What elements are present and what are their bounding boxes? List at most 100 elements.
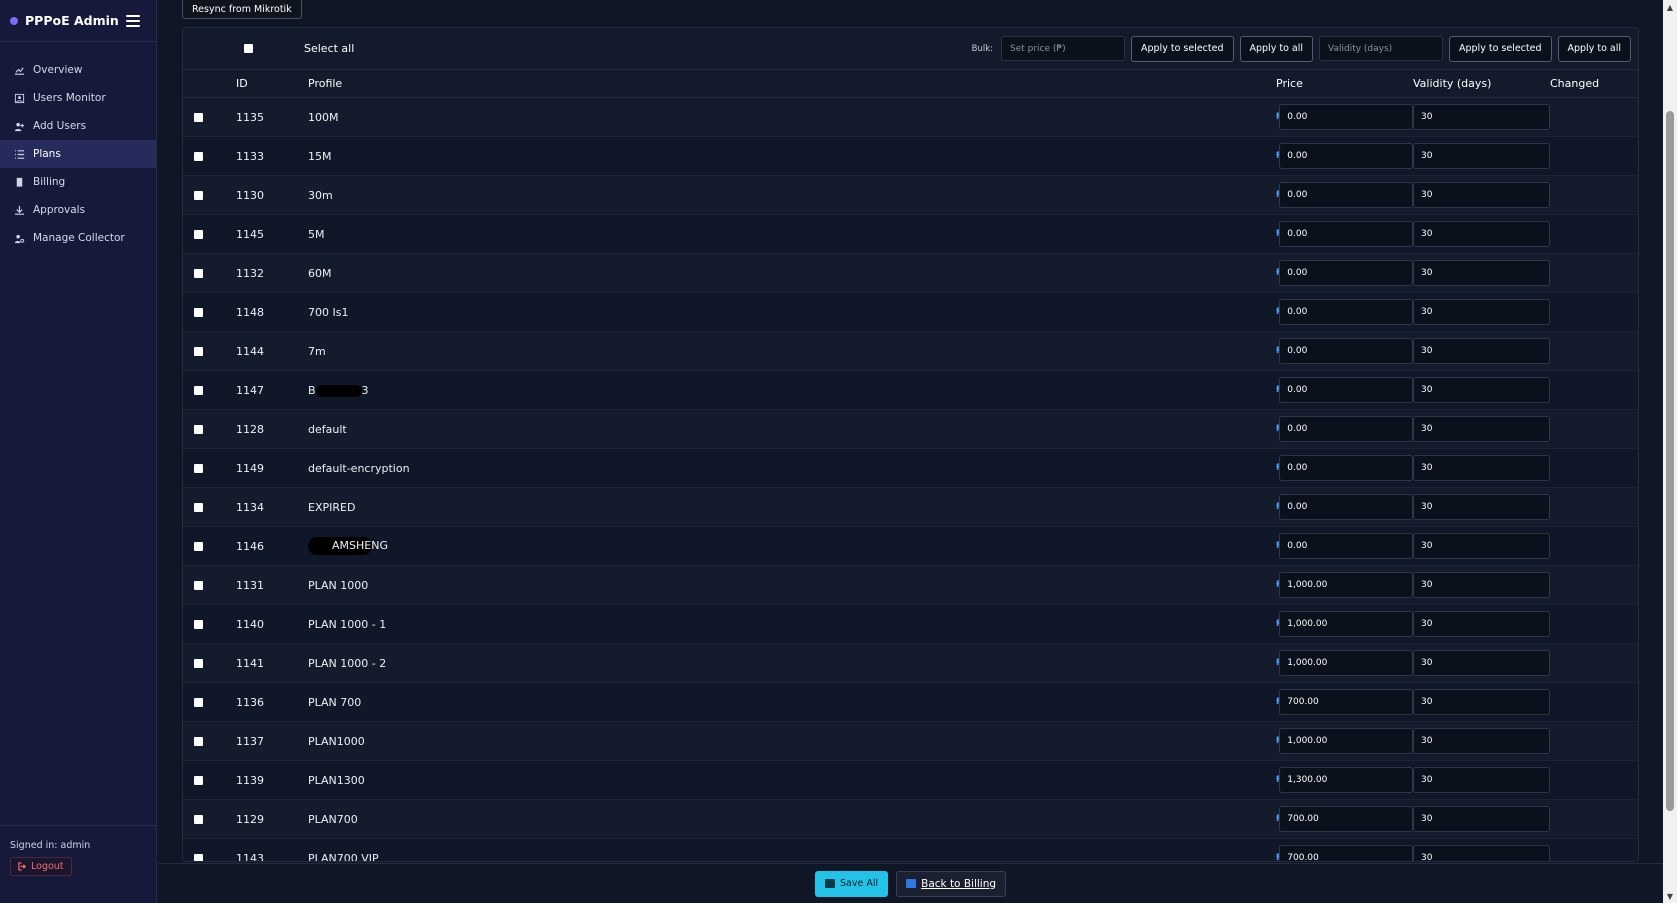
apply-validity-selected-button[interactable]: Apply to selected [1449, 35, 1552, 62]
redaction-mark [315, 384, 362, 397]
table-row: 1130 30m ₱0.0030 [183, 176, 1638, 215]
row-price-cell: ₱1,000.00 [1276, 611, 1413, 637]
validity-input[interactable]: 30 [1413, 650, 1550, 676]
price-input[interactable]: 700.00 [1279, 806, 1413, 832]
price-input[interactable]: 1,300.00 [1279, 767, 1413, 793]
price-input[interactable]: 0.00 [1279, 260, 1413, 286]
validity-input[interactable]: 30 [1413, 338, 1550, 364]
scroll-thumb[interactable] [1666, 111, 1674, 811]
row-checkbox[interactable] [194, 346, 203, 356]
validity-input[interactable]: 30 [1413, 611, 1550, 637]
apply-validity-all-button[interactable]: Apply to all [1557, 35, 1631, 62]
sidebar-item-plans[interactable]: Plans [0, 140, 156, 168]
sidebar-item-label: Approvals [33, 204, 86, 216]
validity-input[interactable]: 30 [1413, 416, 1550, 442]
price-input[interactable]: 0.00 [1279, 299, 1413, 325]
sidebar-item-overview[interactable]: Overview [0, 56, 156, 84]
price-input[interactable]: 1,000.00 [1279, 572, 1413, 598]
page-scrollbar[interactable]: ▲ ▼ [1663, 0, 1677, 903]
table-row: 1129 PLAN700 ₱700.0030 [183, 800, 1638, 839]
brand-header: PPPoE Admin [0, 0, 156, 42]
price-input[interactable]: 700.00 [1279, 845, 1413, 861]
validity-input[interactable]: 30 [1413, 806, 1550, 832]
table-row: 1141 PLAN 1000 - 2 ₱1,000.0030 [183, 644, 1638, 683]
validity-input[interactable]: 30 [1413, 728, 1550, 754]
save-all-button[interactable]: Save All [814, 870, 889, 897]
validity-input[interactable]: 30 [1413, 221, 1550, 247]
price-input[interactable]: 0.00 [1279, 533, 1413, 559]
hamburger-menu-icon[interactable] [126, 14, 140, 27]
price-input[interactable]: 0.00 [1279, 455, 1413, 481]
row-checkbox[interactable] [194, 268, 203, 278]
row-checkbox[interactable] [194, 502, 203, 512]
sidebar-item-label: Billing [33, 176, 66, 188]
row-checkbox[interactable] [194, 541, 203, 551]
row-checkbox[interactable] [194, 307, 203, 317]
bulk-validity-input[interactable]: Validity (days) [1319, 36, 1443, 61]
sidebar-item-manage-collector[interactable]: Manage Collector [0, 224, 156, 252]
price-input[interactable]: 0.00 [1279, 416, 1413, 442]
price-input[interactable]: 0.00 [1279, 494, 1413, 520]
validity-input[interactable]: 30 [1413, 572, 1550, 598]
validity-input[interactable]: 30 [1413, 143, 1550, 169]
price-input[interactable]: 0.00 [1279, 377, 1413, 403]
profile-name: 30m [308, 188, 333, 202]
sidebar-item-add-users[interactable]: Add Users [0, 112, 156, 140]
price-input[interactable]: 1,000.00 [1279, 728, 1413, 754]
price-input[interactable]: 0.00 [1279, 104, 1413, 130]
row-checkbox[interactable] [194, 151, 203, 161]
row-checkbox[interactable] [194, 112, 203, 122]
row-validity-cell: 30 [1413, 728, 1550, 754]
price-input[interactable]: 0.00 [1279, 221, 1413, 247]
row-checkbox[interactable] [194, 619, 203, 629]
row-checkbox-cell [183, 307, 236, 317]
receipt-icon [13, 176, 25, 188]
sidebar-item-billing[interactable]: Billing [0, 168, 156, 196]
row-validity-cell: 30 [1413, 299, 1550, 325]
signed-in-label: Signed in: admin [10, 840, 91, 851]
validity-input[interactable]: 30 [1413, 260, 1550, 286]
row-checkbox[interactable] [194, 736, 203, 746]
row-checkbox[interactable] [194, 775, 203, 785]
bulk-price-input[interactable]: Set price (₱) [1001, 36, 1125, 61]
validity-input[interactable]: 30 [1413, 533, 1550, 559]
validity-input[interactable]: 30 [1413, 299, 1550, 325]
row-checkbox[interactable] [194, 463, 203, 473]
validity-input[interactable]: 30 [1413, 494, 1550, 520]
back-to-billing-button[interactable]: Back to Billing [896, 870, 1007, 897]
price-input[interactable]: 0.00 [1279, 182, 1413, 208]
row-checkbox[interactable] [194, 190, 203, 200]
row-checkbox[interactable] [194, 853, 203, 861]
row-checkbox[interactable] [194, 814, 203, 824]
validity-input[interactable]: 30 [1413, 182, 1550, 208]
validity-input[interactable]: 30 [1413, 455, 1550, 481]
sidebar-item-approvals[interactable]: Approvals [0, 196, 156, 224]
validity-input[interactable]: 30 [1413, 689, 1550, 715]
validity-input[interactable]: 30 [1413, 767, 1550, 793]
header-id: ID [236, 77, 248, 90]
row-checkbox[interactable] [194, 385, 203, 395]
price-input[interactable]: 1,000.00 [1279, 611, 1413, 637]
row-checkbox[interactable] [194, 424, 203, 434]
scroll-up-icon[interactable]: ▲ [1663, 0, 1677, 14]
row-checkbox[interactable] [194, 658, 203, 668]
price-input[interactable]: 0.00 [1279, 143, 1413, 169]
price-input[interactable]: 0.00 [1279, 338, 1413, 364]
row-validity-cell: 30 [1413, 572, 1550, 598]
logout-button[interactable]: Logout [10, 857, 72, 876]
row-checkbox[interactable] [194, 580, 203, 590]
row-checkbox[interactable] [194, 697, 203, 707]
validity-input[interactable]: 30 [1413, 845, 1550, 861]
sidebar-item-users-monitor[interactable]: Users Monitor [0, 84, 156, 112]
validity-input[interactable]: 30 [1413, 104, 1550, 130]
resync-button[interactable]: Resync from Mikrotik [182, 0, 302, 19]
apply-price-all-button[interactable]: Apply to all [1239, 35, 1313, 62]
scroll-down-icon[interactable]: ▼ [1663, 889, 1677, 903]
select-all-checkbox[interactable] [244, 44, 253, 53]
row-checkbox[interactable] [194, 229, 203, 239]
validity-input[interactable]: 30 [1413, 377, 1550, 403]
apply-price-selected-button[interactable]: Apply to selected [1131, 35, 1234, 62]
row-profile: PLAN 700 [308, 696, 1276, 709]
price-input[interactable]: 1,000.00 [1279, 650, 1413, 676]
price-input[interactable]: 700.00 [1279, 689, 1413, 715]
